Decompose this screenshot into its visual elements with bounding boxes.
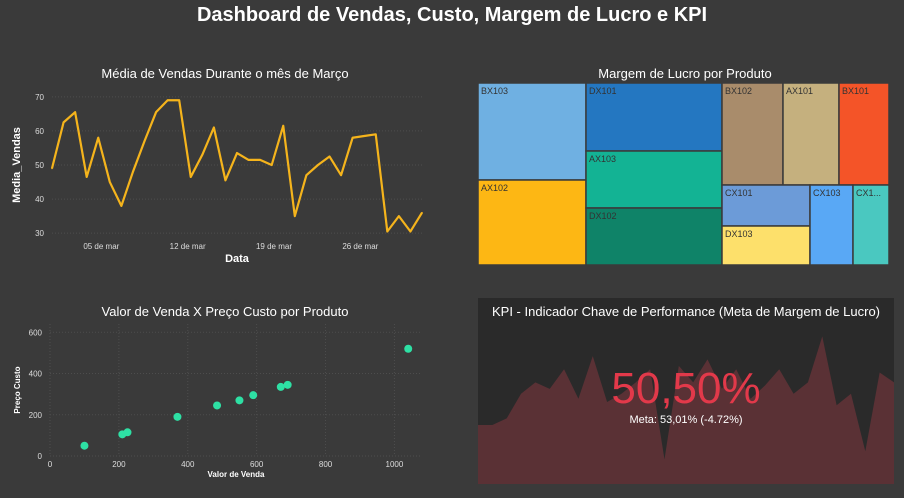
y-tick-label: 50 — [35, 161, 44, 170]
data-point — [213, 126, 215, 129]
x-tick-label: 26 de mar — [342, 242, 378, 251]
x-tick-label: 800 — [319, 460, 333, 469]
y-tick-label: 200 — [29, 411, 43, 420]
treemap-label: AX101 — [786, 86, 813, 96]
treemap-label: AX102 — [481, 183, 508, 193]
data-point — [276, 382, 285, 391]
kpi-target: Meta: 53,01% (-4.72%) — [629, 414, 743, 426]
x-axis-label: Valor de Venda — [208, 470, 265, 479]
treemap-label: CX103 — [813, 188, 841, 198]
data-point — [404, 344, 413, 353]
data-point — [85, 176, 88, 178]
data-point — [294, 215, 296, 217]
data-point — [386, 230, 389, 233]
data-point — [282, 124, 285, 127]
treemap-tile — [477, 82, 587, 181]
data-point — [189, 176, 192, 178]
data-point — [74, 111, 76, 113]
line-chart-panel: Média de Vendas Durante o mês de Março 3… — [0, 60, 450, 280]
treemap-label: BX103 — [481, 86, 508, 96]
treemap-label: DX101 — [589, 86, 617, 96]
y-tick-label: 40 — [35, 195, 44, 204]
data-point — [259, 159, 261, 161]
x-tick-label: 12 de mar — [170, 242, 206, 251]
data-point — [270, 164, 273, 166]
treemap-tile — [721, 82, 784, 186]
data-point — [398, 215, 400, 217]
data-point — [178, 99, 180, 102]
y-axis-label: Preço Custo — [13, 366, 22, 413]
data-point — [132, 171, 134, 173]
data-point — [213, 401, 222, 410]
y-tick-label: 0 — [38, 452, 43, 461]
line-chart: 30 40 50 60 70 05 de mar 12 de mar 19 de mar 26 … — [11, 93, 423, 265]
data-point — [120, 205, 123, 207]
y-tick-label: 30 — [35, 229, 44, 238]
data-point — [340, 174, 342, 177]
data-point — [374, 133, 377, 136]
treemap-panel: Margem de Lucro por Produto BX103 AX102 DX… — [470, 60, 900, 280]
x-tick-label: 600 — [250, 460, 264, 469]
data-point — [201, 153, 204, 156]
data-point — [247, 159, 250, 161]
data-point — [143, 140, 146, 142]
scatter-panel: Valor de Venda X Preço Custo por Produto… — [0, 298, 450, 498]
data-point — [80, 441, 89, 450]
data-point — [328, 155, 331, 158]
data-point — [317, 164, 319, 166]
x-axis-label: Data — [225, 253, 250, 265]
treemap-label: CX1... — [856, 188, 881, 198]
kpi-title: KPI - Indicador Chave de Performance (Me… — [491, 304, 880, 319]
data-point — [283, 380, 292, 389]
y-tick-label: 400 — [29, 370, 43, 379]
treemap-tile — [782, 82, 840, 186]
treemap-label: BX102 — [725, 86, 752, 96]
y-axis-label: Media_Vendas — [11, 127, 23, 203]
y-tick-label: 70 — [35, 93, 44, 102]
data-point — [155, 111, 157, 113]
x-tick-label: 0 — [48, 460, 53, 469]
treemap-chart: BX103 AX102 DX101 AX103 DX102 BX102 AX101 BX101… — [477, 82, 890, 266]
data-point — [109, 181, 111, 183]
treemap-label: DX102 — [589, 211, 617, 221]
x-tick-label: 200 — [112, 460, 126, 469]
data-point — [421, 211, 423, 214]
data-point — [173, 412, 182, 421]
x-tick-label: 1000 — [386, 460, 404, 469]
data-point — [235, 396, 244, 405]
data-point — [62, 121, 65, 124]
y-tick-label: 60 — [35, 127, 44, 136]
data-point — [97, 136, 100, 139]
data-point — [305, 174, 308, 177]
treemap-label: BX101 — [842, 86, 869, 96]
treemap-label: DX103 — [725, 229, 753, 239]
data-point — [236, 152, 238, 154]
treemap-label: AX103 — [589, 154, 616, 164]
data-point — [51, 167, 53, 170]
data-point — [351, 136, 354, 139]
data-point — [409, 230, 412, 233]
data-point — [363, 135, 365, 137]
data-point — [123, 428, 132, 437]
data-point — [166, 99, 169, 102]
page-title: Dashboard de Vendas, Custo, Margem de Lu… — [196, 4, 708, 26]
y-tick-label: 600 — [29, 328, 43, 337]
treemap-tile — [838, 82, 890, 186]
data-point — [249, 391, 258, 400]
data-point — [224, 179, 227, 182]
kpi-panel: KPI - Indicador Chave de Performance (Me… — [478, 298, 894, 484]
scatter-chart: 0 200 400 600 0 200 400 600 800 1000 Valor de Vend… — [13, 324, 422, 479]
x-tick-label: 19 de mar — [256, 242, 292, 251]
series-line — [50, 99, 423, 233]
x-tick-label: 400 — [181, 460, 195, 469]
treemap-label: CX101 — [725, 188, 753, 198]
kpi-value: 50,50% — [611, 364, 761, 413]
x-tick-label: 05 de mar — [83, 242, 119, 251]
